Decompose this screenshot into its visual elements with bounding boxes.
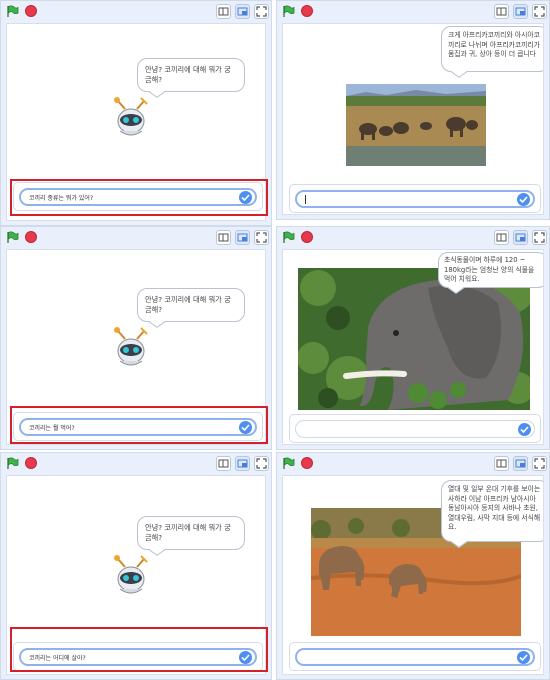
stage-toolbar	[1, 453, 271, 475]
fullscreen-button[interactable]	[532, 456, 547, 471]
submit-answer-button[interactable]	[518, 423, 531, 436]
stop-icon[interactable]	[301, 457, 313, 469]
submit-answer-button[interactable]	[517, 651, 530, 664]
large-stage-icon	[515, 459, 526, 468]
ask-input-bar	[289, 642, 541, 671]
large-stage-icon	[237, 7, 248, 16]
small-stage-icon	[218, 7, 229, 16]
stop-icon[interactable]	[25, 5, 37, 17]
elephant-herd-image	[346, 84, 486, 166]
ask-input-bar	[289, 414, 541, 443]
small-stage-button[interactable]	[216, 4, 231, 19]
stop-icon[interactable]	[301, 5, 313, 17]
stage-toolbar	[1, 227, 271, 249]
answer-speech-bubble: 초식동물이며 하루에 120 ~ 180kg라는 엄청난 양의 식물을 먹어 치…	[438, 252, 543, 288]
stage-panel-right-2: 초식동물이며 하루에 120 ~ 180kg라는 엄청난 양의 식물을 먹어 치…	[276, 226, 550, 450]
green-flag-icon[interactable]	[6, 231, 19, 244]
stage-panel-left-1: 안녕? 코끼리에 대해 뭐가 궁금해? 코끼리 종류는 뭐가 있어?	[0, 0, 272, 226]
highlight-box	[10, 179, 268, 216]
large-stage-icon	[237, 459, 248, 468]
large-stage-button[interactable]	[235, 4, 250, 19]
fullscreen-icon	[534, 6, 545, 17]
large-stage-button[interactable]	[513, 4, 528, 19]
small-stage-button[interactable]	[494, 230, 509, 245]
large-stage-button[interactable]	[513, 230, 528, 245]
large-stage-button[interactable]	[235, 456, 250, 471]
check-icon	[520, 426, 529, 433]
robot-sprite-icon[interactable]	[110, 95, 152, 143]
answer-speech-bubble: 열대 및 일부 온대 기후를 보이는 사하라 이남 아프리카 남아시아 동남아시…	[441, 480, 543, 542]
small-stage-icon	[218, 233, 229, 242]
ask-input-field[interactable]	[295, 420, 535, 438]
small-stage-icon	[496, 7, 507, 16]
stage-canvas: 초식동물이며 하루에 120 ~ 180kg라는 엄청난 양의 식물을 먹어 치…	[282, 249, 544, 445]
stage-panel-left-2: 안녕? 코끼리에 대해 뭐가 궁금해? 코끼리는 뭘 먹어?	[0, 226, 272, 450]
check-icon	[519, 654, 528, 661]
stage-canvas: 열대 및 일부 온대 기후를 보이는 사하라 이남 아프리카 남아시아 동남아시…	[282, 475, 544, 675]
ask-input-field[interactable]	[295, 190, 535, 208]
green-flag-icon[interactable]	[6, 457, 19, 470]
sprite-speech-bubble: 안녕? 코끼리에 대해 뭐가 궁금해?	[137, 288, 245, 322]
ask-input-bar	[289, 184, 541, 213]
submit-answer-button[interactable]	[517, 193, 530, 206]
sprite-speech-bubble: 안녕? 코끼리에 대해 뭐가 궁금해?	[137, 58, 245, 92]
fullscreen-icon	[534, 458, 545, 469]
sprite-speech-bubble: 안녕? 코끼리에 대해 뭐가 궁금해?	[137, 516, 245, 550]
fullscreen-icon	[256, 458, 267, 469]
large-stage-icon	[515, 233, 526, 242]
large-stage-icon	[237, 233, 248, 242]
stop-icon[interactable]	[301, 231, 313, 243]
large-stage-button[interactable]	[513, 456, 528, 471]
stage-panel-right-3: 열대 및 일부 온대 기후를 보이는 사하라 이남 아프리카 남아시아 동남아시…	[276, 452, 550, 680]
fullscreen-icon	[256, 232, 267, 243]
robot-sprite-icon[interactable]	[110, 553, 152, 601]
green-flag-icon[interactable]	[282, 457, 295, 470]
fullscreen-button[interactable]	[254, 4, 269, 19]
fullscreen-button[interactable]	[532, 4, 547, 19]
small-stage-button[interactable]	[494, 456, 509, 471]
stage-panel-right-1: 크게 아프리카코끼리와 아시아코끼리로 나뉘며 아프리카코끼리가 몸집과 귀, …	[276, 0, 550, 220]
small-stage-button[interactable]	[494, 4, 509, 19]
fullscreen-button[interactable]	[254, 456, 269, 471]
small-stage-icon	[496, 233, 507, 242]
robot-sprite-icon[interactable]	[110, 325, 152, 373]
stage-panel-left-3: 안녕? 코끼리에 대해 뭐가 궁금해? 코끼리는 어디에 살아?	[0, 452, 272, 680]
stage-toolbar	[277, 227, 549, 249]
stage-canvas: 크게 아프리카코끼리와 아시아코끼리로 나뉘며 아프리카코끼리가 몸집과 귀, …	[282, 23, 544, 215]
elephant-eating-image	[298, 268, 530, 410]
small-stage-icon	[218, 459, 229, 468]
fullscreen-icon	[256, 6, 267, 17]
stage-toolbar	[277, 1, 549, 23]
ask-input-field[interactable]	[295, 648, 535, 666]
text-caret	[305, 195, 306, 204]
small-stage-button[interactable]	[216, 230, 231, 245]
highlight-box	[10, 627, 268, 672]
green-flag-icon[interactable]	[282, 5, 295, 18]
stop-icon[interactable]	[25, 231, 37, 243]
fullscreen-button[interactable]	[254, 230, 269, 245]
green-flag-icon[interactable]	[282, 231, 295, 244]
highlight-box	[10, 406, 268, 444]
stage-toolbar	[1, 1, 271, 23]
stage-toolbar	[277, 453, 549, 475]
large-stage-icon	[515, 7, 526, 16]
small-stage-button[interactable]	[216, 456, 231, 471]
small-stage-icon	[496, 459, 507, 468]
stop-icon[interactable]	[25, 457, 37, 469]
fullscreen-button[interactable]	[532, 230, 547, 245]
fullscreen-icon	[534, 232, 545, 243]
check-icon	[519, 196, 528, 203]
answer-speech-bubble: 크게 아프리카코끼리와 아시아코끼리로 나뉘며 아프리카코끼리가 몸집과 귀, …	[441, 26, 543, 72]
large-stage-button[interactable]	[235, 230, 250, 245]
green-flag-icon[interactable]	[6, 5, 19, 18]
